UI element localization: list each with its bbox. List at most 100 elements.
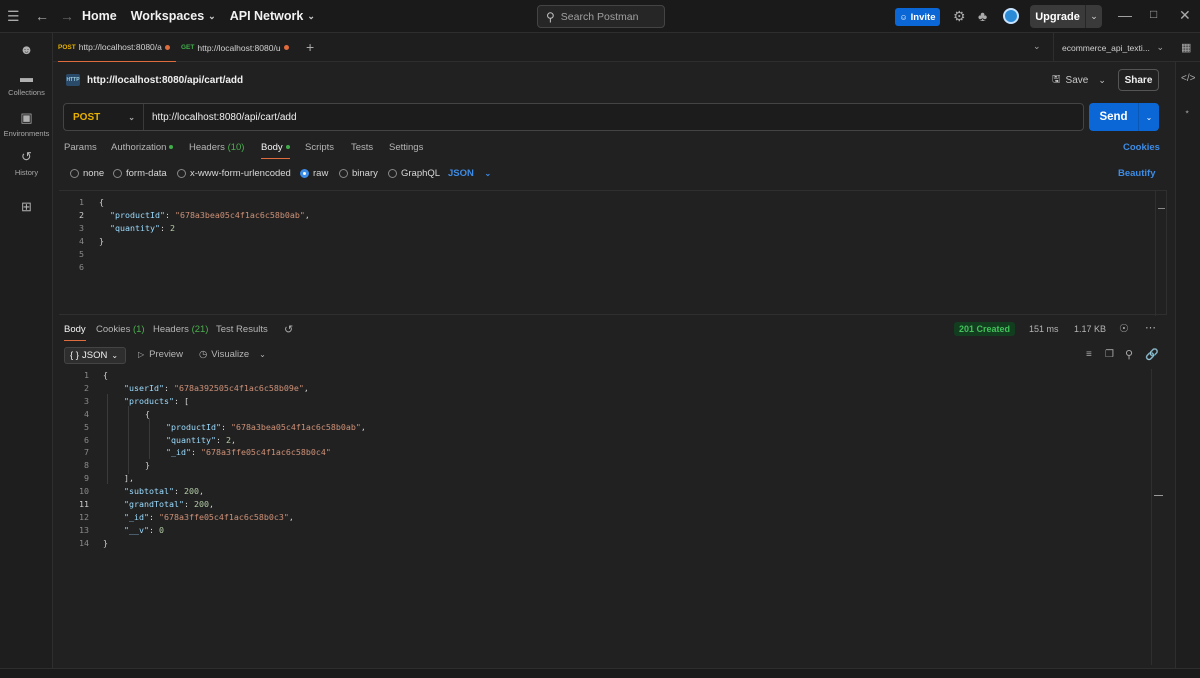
line-number: 10 (79, 486, 89, 497)
workspaces-menu[interactable]: Workspaces ⌄ (131, 9, 216, 23)
indent-guide (128, 406, 129, 474)
language-select[interactable]: JSON ⌄ (448, 168, 491, 179)
left-sidebar: ☻ ▬ Collections ▣ Environments ↺ History ⊞ (0, 33, 53, 678)
code-line: "_id": "678a3ffe05c4f1ac6c58b0c3", (124, 511, 294, 524)
sidebar-item-collections[interactable]: ▬ Collections (0, 70, 53, 97)
upgrade-dropdown-button[interactable]: ⌄ (1085, 5, 1102, 28)
tab-body[interactable]: Body (261, 142, 290, 159)
response-tab-test-results[interactable]: Test Results (216, 324, 268, 335)
tab-authorization[interactable]: Authorization (111, 142, 174, 153)
send-options-button[interactable]: ⌄ (1138, 103, 1159, 131)
link-icon[interactable]: 🔗 (1145, 348, 1159, 361)
back-arrow-icon[interactable]: ← (35, 8, 49, 24)
chevron-down-icon: ⌄ (111, 351, 119, 360)
info-icon[interactable]: ⋆ (1184, 107, 1190, 118)
response-tab-headers[interactable]: Headers (21) (153, 324, 208, 335)
method-select[interactable]: POST ⌄ (64, 104, 144, 130)
response-scrollbar[interactable] (1151, 369, 1163, 665)
line-number: 4 (84, 408, 89, 419)
editor-scrollbar[interactable] (1155, 191, 1166, 316)
radio-graphql[interactable]: GraphQL (388, 168, 440, 179)
radio-form-data[interactable]: form-data (113, 168, 167, 179)
status-dot (285, 145, 290, 150)
code-punct: , (208, 499, 214, 509)
code-line: "quantity": 2 (110, 222, 175, 235)
tab-request-post[interactable]: POST http://localhost:8080/a (58, 33, 176, 62)
line-number: 1 (79, 197, 84, 207)
send-button[interactable]: Send (1089, 103, 1138, 131)
line-number: 14 (79, 537, 89, 548)
tab-headers[interactable]: Headers (10) (189, 142, 244, 153)
invite-button[interactable]: ☺ Invite (895, 8, 940, 26)
radio-urlencoded[interactable]: x-www-form-urlencoded (177, 168, 291, 179)
code-punct: { (103, 370, 108, 380)
search-input[interactable]: ⚲ Search Postman (537, 5, 665, 28)
history-icon[interactable]: ↺ (284, 323, 293, 336)
response-tab-body[interactable]: Body (64, 324, 86, 341)
search-icon[interactable]: ⚲ (1125, 348, 1133, 361)
copy-icon[interactable]: ❐ (1105, 349, 1114, 360)
avatar[interactable] (1003, 8, 1019, 24)
tabs-dropdown-icon[interactable]: ⌄ (1033, 41, 1041, 52)
code-line: } (103, 537, 108, 550)
settings-icon[interactable]: ⚙ (953, 8, 966, 25)
globe-icon[interactable]: ☉ (1119, 322, 1129, 335)
code-string: "678a392505c4f1ac6c58b09e" (173, 382, 304, 393)
response-tab-cookies[interactable]: Cookies (1) (96, 324, 145, 335)
line-number: 6 (79, 262, 84, 272)
response-time[interactable]: 151 ms (1029, 324, 1059, 334)
tab-scripts[interactable]: Scripts (305, 142, 334, 153)
code-punct: } (103, 537, 108, 548)
environment-select[interactable]: ecommerce_api_texti... ⌄ (1053, 33, 1170, 62)
radio-circle (177, 169, 186, 178)
notifications-icon[interactable]: ♣ (978, 8, 987, 24)
save-button[interactable]: 🖫 Save ⌄ (1052, 72, 1106, 88)
code-colon: : (173, 395, 184, 406)
radio-none[interactable]: none (70, 168, 104, 179)
minimize-icon[interactable]: — (1118, 7, 1132, 23)
code-punct: { (99, 197, 104, 207)
indent-guide (149, 419, 150, 459)
beautify-link[interactable]: Beautify (1118, 168, 1155, 179)
format-label: JSON (82, 350, 108, 361)
tab-params[interactable]: Params (64, 142, 97, 153)
code-line: "grandTotal": 200, (124, 498, 214, 511)
sidebar-item-history[interactable]: ↺ History (0, 149, 53, 177)
more-options-icon[interactable]: ⋯ (1145, 321, 1156, 334)
maximize-icon[interactable]: □ (1150, 7, 1157, 21)
response-format-select[interactable]: { } JSON ⌄ (64, 347, 126, 364)
apps-icon: ⊞ (21, 199, 32, 214)
share-button[interactable]: Share (1118, 69, 1159, 91)
forward-arrow-icon[interactable]: → (60, 8, 74, 24)
environment-quick-look-icon[interactable]: ▦ (1181, 41, 1191, 54)
menu-icon[interactable]: ☰ (7, 8, 20, 25)
response-size[interactable]: 1.17 KB (1074, 324, 1106, 334)
url-input[interactable] (144, 104, 1083, 130)
code-icon[interactable]: </> (1181, 73, 1195, 84)
upgrade-button[interactable]: Upgrade (1030, 5, 1085, 28)
wrap-lines-icon[interactable]: ≡ (1086, 349, 1092, 360)
visualize-button[interactable]: ◷ Visualize ⌄ (199, 349, 266, 360)
tab-tests[interactable]: Tests (351, 142, 373, 153)
line-number: 3 (79, 223, 84, 233)
home-link[interactable]: Home (82, 9, 117, 23)
status-badge[interactable]: 201 Created (954, 322, 1016, 336)
close-icon[interactable]: ✕ (1179, 7, 1191, 24)
sidebar-item-profile[interactable]: ☻ (0, 42, 53, 60)
new-tab-icon[interactable]: + (306, 39, 314, 55)
radio-raw[interactable]: raw (300, 168, 328, 179)
sidebar-item-apps[interactable]: ⊞ (0, 199, 53, 218)
tab-request-get[interactable]: GET http://localhost:8080/u (181, 33, 299, 62)
code-punct: , (360, 421, 366, 432)
code-colon: : (163, 382, 174, 393)
cookies-link[interactable]: Cookies (1123, 142, 1160, 153)
api-network-menu[interactable]: API Network ⌄ (230, 9, 315, 23)
chevron-down-icon: ⌄ (208, 10, 216, 21)
code-colon: : (148, 511, 159, 522)
preview-button[interactable]: ▷ Preview (138, 349, 183, 360)
request-tabs-bar: POST http://localhost:8080/a GET http://… (53, 33, 1200, 62)
radio-circle (339, 169, 348, 178)
radio-binary[interactable]: binary (339, 168, 378, 179)
tab-settings[interactable]: Settings (389, 142, 423, 153)
sidebar-item-environments[interactable]: ▣ Environments (0, 110, 53, 138)
